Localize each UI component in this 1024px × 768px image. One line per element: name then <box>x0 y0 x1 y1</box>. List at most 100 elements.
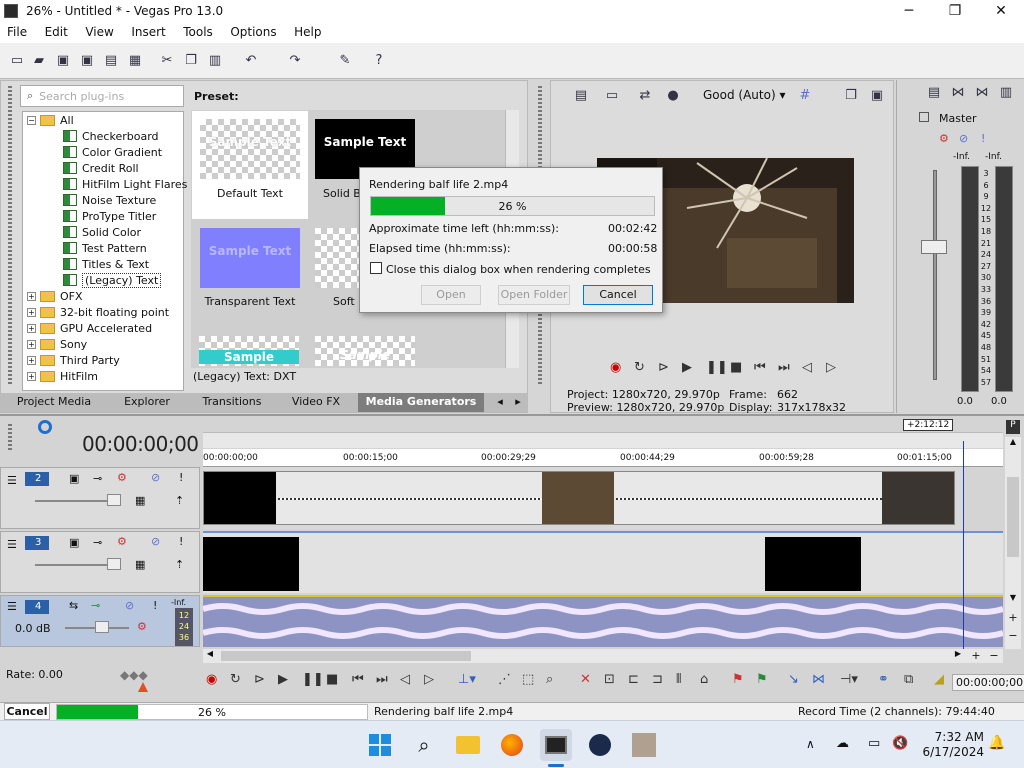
previous-frame-icon[interactable]: ◁ <box>802 360 812 375</box>
vegas-taskbar-icon[interactable] <box>540 729 572 761</box>
tree-item[interactable]: ProType Titler <box>63 208 156 224</box>
go-to-start-icon[interactable]: ⏮ <box>352 672 364 687</box>
collapse-icon[interactable]: − <box>27 115 36 125</box>
timeline-hscroll[interactable]: ◀ ▶ + − <box>203 649 1003 663</box>
master-fx-gear-icon[interactable]: ⚙ <box>939 132 949 145</box>
zoom-tool-icon[interactable]: ⌕ <box>546 672 553 687</box>
audio-properties-icon[interactable]: ⇆ <box>69 599 78 612</box>
tree-item[interactable]: Noise Texture <box>63 192 156 208</box>
record-icon[interactable]: ◉ <box>610 360 621 375</box>
menu-options[interactable]: Options <box>223 23 283 39</box>
scroll-right-icon[interactable]: ▶ <box>951 649 965 663</box>
preview-properties-icon[interactable]: ▤ <box>572 86 590 104</box>
expand-icon[interactable]: + <box>27 339 36 349</box>
play-icon[interactable]: ▶ <box>278 672 288 687</box>
stop-icon[interactable]: ■ <box>326 672 338 687</box>
cancel-render-button[interactable]: Cancel <box>583 285 653 305</box>
tab-media-generators[interactable]: Media Generators <box>358 393 484 412</box>
black-clip[interactable] <box>203 537 299 591</box>
track-header-video-2[interactable]: ☰ 2 ▣ ⊸ ⚙ ⊘ ! ▦ ⇡ <box>0 467 200 529</box>
track-motion-icon[interactable]: ▣ <box>69 472 79 485</box>
tree-group[interactable]: + Third Party <box>27 352 120 368</box>
event-pan-crop-icon[interactable]: ◢ <box>934 672 944 687</box>
open-folder-button[interactable]: Open Folder <box>498 285 570 305</box>
expand-icon[interactable]: + <box>27 291 36 301</box>
menu-tools[interactable]: Tools <box>176 23 220 39</box>
track-collapse-icon[interactable]: ☰ <box>7 600 17 613</box>
pause-icon[interactable]: ❚❚ <box>706 360 728 375</box>
track-solo-icon[interactable]: ! <box>179 535 183 548</box>
rate-slider-icon[interactable]: ◆◆◆ <box>120 668 148 682</box>
panel-grip[interactable] <box>8 424 12 452</box>
trim-icon[interactable]: ⊡ <box>604 672 615 687</box>
playhead[interactable] <box>963 441 964 651</box>
track-solo-icon[interactable]: ! <box>153 599 157 612</box>
track-slider-thumb[interactable] <box>107 558 121 570</box>
lock-envelopes-icon[interactable]: ⚭ <box>878 672 889 687</box>
track-mute-icon[interactable]: ⊘ <box>151 471 160 484</box>
menu-view[interactable]: View <box>78 23 120 39</box>
track-lane-video-2[interactable] <box>203 467 963 529</box>
save-as-icon[interactable]: ▣ <box>78 51 96 69</box>
play-from-start-icon[interactable]: ⊳ <box>658 360 669 375</box>
properties-icon[interactable]: ▦ <box>126 51 144 69</box>
next-frame-icon[interactable]: ▷ <box>826 360 836 375</box>
trim-end-icon[interactable]: ⊐ <box>652 672 663 687</box>
preset-default-text[interactable]: Sample Text Default Text <box>192 111 308 219</box>
lock-icon[interactable]: ⌂ <box>700 672 708 687</box>
panel-grip[interactable] <box>8 86 12 386</box>
menu-edit[interactable]: Edit <box>38 23 75 39</box>
time-ruler[interactable]: 00:00:00;00 00:00:15;00 00:00:29;29 00:0… <box>203 449 1003 467</box>
search-icon[interactable]: ⌕ <box>408 729 440 761</box>
scroll-thumb[interactable] <box>221 651 471 661</box>
display-icon[interactable]: ▭ <box>868 736 880 751</box>
timeline-marker-icon[interactable]: P <box>1006 420 1020 434</box>
tree-item[interactable]: Checkerboard <box>63 128 159 144</box>
delete-icon[interactable]: ✕ <box>580 672 591 687</box>
paste-icon[interactable]: ▥ <box>206 51 224 69</box>
undo-icon[interactable]: ↶ <box>242 51 260 69</box>
stop-icon[interactable]: ■ <box>730 360 742 375</box>
copy-snapshot-icon[interactable]: ❐ <box>842 86 860 104</box>
minimize-button[interactable]: ─ <box>886 0 932 23</box>
zoom-out-vertical-icon[interactable]: − <box>1005 629 1021 643</box>
auto-crossfade-icon[interactable]: ⋈ <box>812 672 825 687</box>
expand-icon[interactable]: + <box>27 323 36 333</box>
status-cancel-button[interactable]: Cancel <box>4 703 50 720</box>
track-lane-audio-4[interactable] <box>202 595 1004 647</box>
maximize-button[interactable]: ❐ <box>932 0 978 23</box>
video-fx-icon[interactable]: ● <box>664 86 682 104</box>
track-fx-icon[interactable]: ⚙ <box>117 535 127 548</box>
split-icon[interactable]: ⫴ <box>676 672 681 687</box>
time-ruler-bar[interactable] <box>203 432 1003 448</box>
track-compositing-mode-icon[interactable]: ▦ <box>135 494 145 507</box>
zoom-in-vertical-icon[interactable]: + <box>1005 611 1021 625</box>
pause-icon[interactable]: ❚❚ <box>302 672 324 687</box>
tree-group[interactable]: +32-bit floating point <box>27 304 169 320</box>
tab-video-fx[interactable]: Video FX <box>274 393 358 412</box>
downmix-icon[interactable]: ⋈ <box>973 83 991 101</box>
scroll-thumb[interactable] <box>1007 477 1019 557</box>
track-motion-icon[interactable]: ▣ <box>69 536 79 549</box>
audio-fx-icon[interactable]: ⊸ <box>91 599 100 612</box>
tab-transitions[interactable]: Transitions <box>192 393 272 412</box>
timeline-timecode[interactable]: 00:00:00;00 <box>82 432 199 456</box>
tree-item-all[interactable]: − All <box>27 112 74 128</box>
track-parent-icon[interactable]: ⇡ <box>175 558 184 571</box>
tree-item[interactable]: Solid Color <box>63 224 141 240</box>
mixer-icon[interactable]: ▥ <box>997 83 1015 101</box>
track-compositing-icon[interactable]: ⊸ <box>93 472 102 485</box>
new-icon[interactable]: ▭ <box>8 51 26 69</box>
preview-quality-dropdown[interactable]: Good (Auto) ▾ <box>690 88 785 102</box>
render-icon[interactable]: ▤ <box>102 51 120 69</box>
edit-tool-icon[interactable]: ✎ <box>336 51 354 69</box>
trim-start-icon[interactable]: ⊏ <box>628 672 639 687</box>
tree-item[interactable]: HitFilm Light Flares <box>63 176 187 192</box>
rate-pointer-icon[interactable] <box>138 682 148 692</box>
open-button[interactable]: Open <box>421 285 481 305</box>
tree-item-selected[interactable]: (Legacy) Text <box>63 272 162 288</box>
black-clip[interactable] <box>765 537 861 591</box>
tree-item[interactable]: Credit Roll <box>63 160 139 176</box>
tree-group[interactable]: + Sony <box>27 336 87 352</box>
clock[interactable]: 7:32 AM 6/17/2024 <box>920 730 984 760</box>
